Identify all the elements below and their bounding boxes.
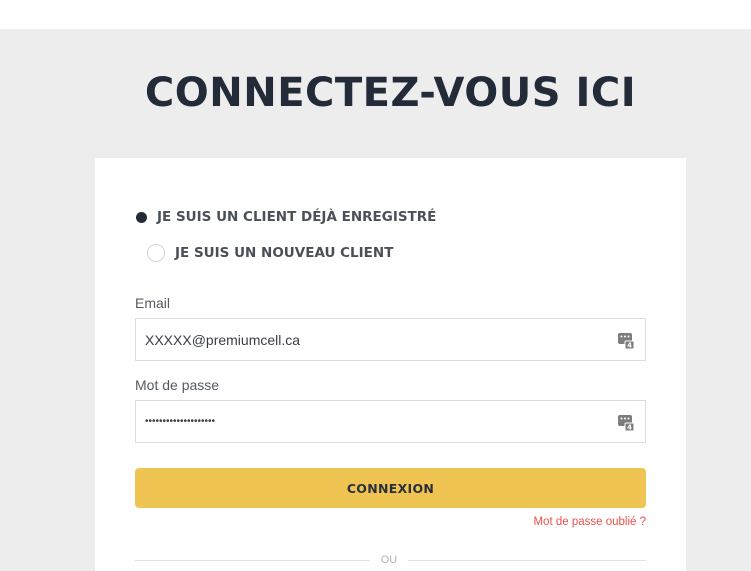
radio-new-client[interactable]: JE SUIS UN NOUVEAU CLIENT	[147, 244, 393, 262]
page-title: CONNECTEZ-VOUS ICI	[144, 70, 637, 116]
email-field[interactable]	[145, 319, 617, 360]
svg-text:4: 4	[627, 341, 632, 349]
divider-line-left	[135, 560, 370, 561]
forgot-password-link[interactable]: Mot de passe oublié ?	[533, 516, 646, 528]
email-field-wrapper: 4	[135, 318, 646, 361]
top-bar	[0, 0, 751, 29]
password-label: Mot de passe	[135, 377, 220, 393]
radio-existing-client[interactable]: JE SUIS UN CLIENT DÉJÀ ENREGISTRÉ	[135, 209, 436, 225]
divider-line-right	[408, 560, 646, 561]
svg-text:4: 4	[627, 423, 632, 431]
login-button[interactable]: CONNEXION	[135, 468, 646, 508]
password-manager-key-icon[interactable]: 4	[617, 330, 635, 350]
password-field-wrapper: 4	[135, 400, 646, 443]
radio-existing-client-label: JE SUIS UN CLIENT DÉJÀ ENREGISTRÉ	[157, 209, 437, 225]
radio-button-checked[interactable]	[135, 211, 147, 223]
radio-button-unchecked[interactable]	[147, 244, 165, 262]
divider-or: OU	[380, 554, 398, 566]
password-manager-key-icon[interactable]: 4	[617, 412, 635, 432]
login-card: JE SUIS UN CLIENT DÉJÀ ENREGISTRÉ JE SUI…	[95, 158, 686, 571]
email-label: Email	[135, 295, 171, 311]
password-field[interactable]	[145, 401, 617, 442]
radio-new-client-label: JE SUIS UN NOUVEAU CLIENT	[175, 245, 394, 261]
